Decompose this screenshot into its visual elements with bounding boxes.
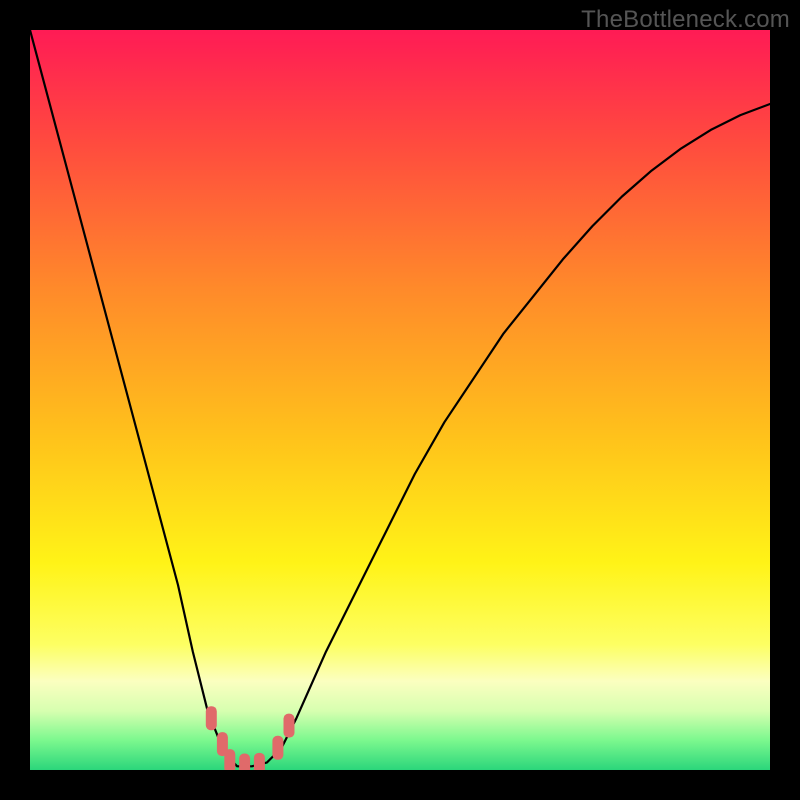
plot-area: [30, 30, 770, 770]
curve-marker: [206, 706, 217, 730]
curve-marker: [272, 736, 283, 760]
curve-marker: [254, 753, 265, 770]
bottleneck-chart: [30, 30, 770, 770]
curve-marker: [224, 749, 235, 770]
chart-frame: TheBottleneck.com: [0, 0, 800, 800]
heat-gradient: [30, 30, 770, 770]
curve-marker: [284, 714, 295, 738]
watermark-text: TheBottleneck.com: [581, 6, 790, 34]
curve-marker: [239, 754, 250, 770]
